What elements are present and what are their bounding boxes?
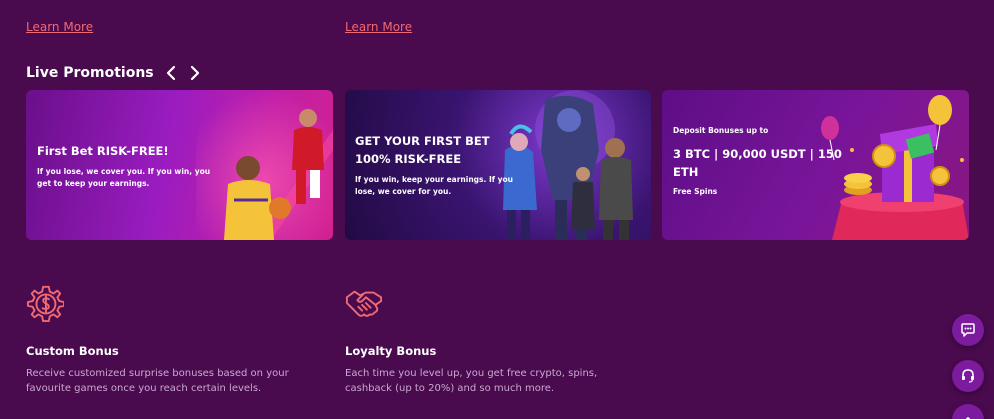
feature-description: Receive customized surprise bonuses base… bbox=[26, 368, 289, 394]
section-title: Live Promotions bbox=[26, 65, 154, 81]
headset-icon bbox=[962, 369, 974, 383]
scroll-top-button[interactable] bbox=[952, 404, 984, 419]
promo-subtitle: Deposit Bonuses up to bbox=[673, 126, 769, 135]
promo-text: First Bet RISK-FREE! If you lose, we cov… bbox=[37, 142, 222, 190]
promo-title: First Bet RISK-FREE! bbox=[37, 144, 169, 158]
promo-card-deposit-bonus[interactable]: Deposit Bonuses up to 3 BTC | 90,000 USD… bbox=[662, 90, 969, 240]
chevron-right-icon[interactable] bbox=[188, 64, 202, 82]
chat-icon bbox=[961, 323, 975, 337]
learn-more-link-1[interactable]: Learn More bbox=[26, 20, 93, 34]
handshake-icon bbox=[345, 290, 383, 317]
promo-extra: Free Spins bbox=[673, 187, 718, 196]
feature-loyalty-bonus: Loyalty Bonus Each time you level up, yo… bbox=[345, 284, 645, 396]
feature-custom-bonus: Custom Bonus Receive customized surprise… bbox=[26, 284, 306, 396]
dollar-gear-icon bbox=[26, 285, 65, 322]
learn-more-link-2[interactable]: Learn More bbox=[345, 20, 412, 34]
chat-button[interactable] bbox=[952, 314, 984, 346]
promo-text: Deposit Bonuses up to 3 BTC | 90,000 USD… bbox=[673, 126, 843, 196]
arrow-up-icon bbox=[965, 417, 971, 419]
feature-title: Custom Bonus bbox=[26, 344, 119, 358]
promo-description: If you lose, we cover you. If you win, y… bbox=[37, 167, 211, 188]
promo-description: If you win, keep your earnings. If you l… bbox=[355, 175, 514, 196]
promo-title: GET YOUR FIRST BET 100% RISK-FREE bbox=[355, 134, 490, 166]
feature-description: Each time you level up, you get free cry… bbox=[345, 368, 598, 394]
support-button[interactable] bbox=[952, 360, 984, 392]
feature-title: Loyalty Bonus bbox=[345, 344, 437, 358]
promo-card-risk-free[interactable]: GET YOUR FIRST BET 100% RISK-FREE If you… bbox=[345, 90, 651, 240]
promo-card-first-bet[interactable]: First Bet RISK-FREE! If you lose, we cov… bbox=[26, 90, 333, 240]
live-promotions-header: Live Promotions bbox=[26, 64, 202, 82]
promo-text: GET YOUR FIRST BET 100% RISK-FREE If you… bbox=[355, 132, 520, 198]
chevron-left-icon[interactable] bbox=[164, 64, 178, 82]
promo-title: 3 BTC | 90,000 USDT | 150 ETH bbox=[673, 147, 842, 179]
